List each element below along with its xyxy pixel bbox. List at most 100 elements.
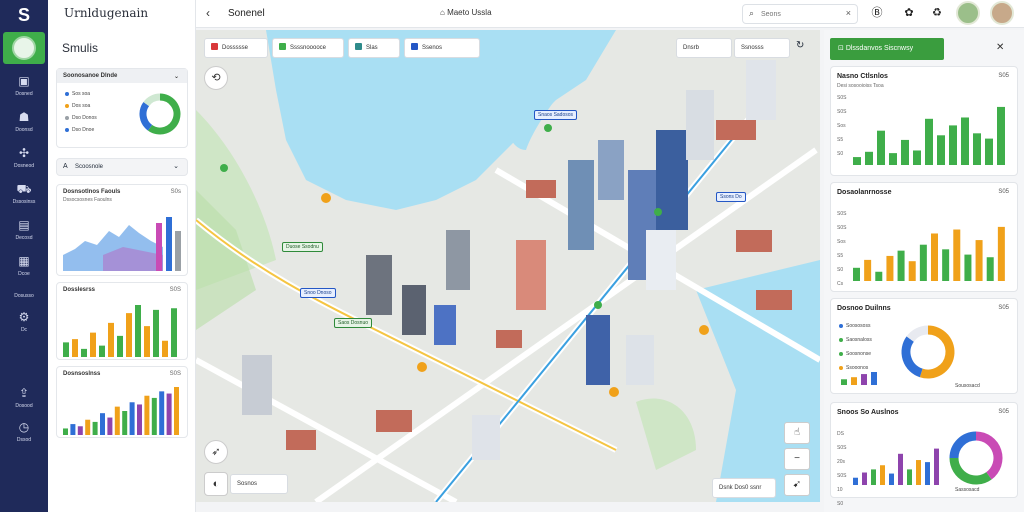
chart-bar [880, 465, 885, 485]
building [472, 415, 500, 460]
rail-item-network[interactable]: ✣ Dosneod [0, 142, 48, 176]
y-tick-label: S0S [837, 109, 847, 115]
zoom-out-button[interactable]: − [784, 448, 810, 470]
legend-item[interactable]: Dos soa [65, 103, 90, 109]
rail-item-cart[interactable]: ⛟ Dssosinss [0, 178, 48, 212]
chart-bar [925, 118, 933, 165]
building [736, 230, 772, 252]
map-pin [654, 208, 662, 216]
rail-extra-text: Dosusso [14, 293, 34, 299]
legend-item[interactable]: Dso Donos [65, 115, 97, 121]
map-category-chip[interactable]: Ssssnooooce [272, 38, 344, 58]
chart-bar [70, 424, 76, 435]
map-pin [321, 193, 331, 203]
map-category-chip[interactable]: Dossssse [204, 38, 268, 58]
area-card-title: Dosnsotlnos Faouls [63, 189, 121, 195]
legend-item[interactable]: Sos soa [65, 91, 90, 97]
chevron-down-icon[interactable]: ⌄ [174, 73, 179, 80]
y-tick-label: S0 [837, 267, 844, 273]
section-icon: A [63, 163, 68, 170]
navigate-icon: ➹ [792, 479, 802, 490]
donut-slice [901, 336, 923, 378]
rail-item-table[interactable]: ▦ Dcoe [0, 250, 48, 284]
donut-slice [949, 431, 977, 459]
section-card[interactable]: A Scoosnole ⌄ [56, 158, 188, 176]
locate-button[interactable]: ➶ [204, 440, 228, 464]
chart-bar [942, 249, 950, 281]
chart-bar [919, 244, 927, 281]
building [716, 120, 756, 140]
sidebar-title: Smulis [62, 41, 99, 55]
rail-item-clock[interactable]: ◷ Dssod [0, 416, 48, 450]
map-filter-chip[interactable]: Dnsrb [676, 38, 732, 58]
rail-item-chart[interactable]: ▤ Decosd [0, 214, 48, 248]
map-canvas[interactable] [196, 30, 820, 502]
rail-item-gear[interactable]: ⚙ Dc [0, 306, 48, 340]
chart-bar [953, 229, 961, 281]
stats-card-title: Dosnoo Duilnns [837, 305, 891, 312]
map-pin [609, 387, 619, 397]
refresh-icon[interactable]: ↻ [796, 40, 804, 51]
rail-item-school[interactable]: ☗ Doonsd [0, 106, 48, 140]
chart-bar [92, 421, 98, 435]
building [496, 330, 522, 348]
poi-label[interactable]: Duose Ssodnu [282, 242, 323, 252]
chart-bar [100, 413, 105, 435]
map-category-chip[interactable]: Slas [348, 38, 400, 58]
map-pin [220, 164, 228, 172]
poi-label[interactable]: Snoo Dnoso [300, 288, 336, 298]
flower-icon[interactable]: ✿ [902, 6, 916, 20]
collapse-icon[interactable]: ✕ [996, 42, 1004, 53]
chart-bar [171, 308, 177, 357]
bar-chart [63, 305, 177, 357]
app-logo-icon[interactable]: S [12, 4, 36, 26]
chevron-down-icon[interactable]: ⌄ [173, 162, 179, 170]
y-tick-label: Cs [837, 281, 844, 287]
poi-label[interactable]: Saos Dosnuo [334, 318, 373, 328]
map-view[interactable]: Dossssse Ssssnooooce Slas Ssenos Dnsrb Ssno… [196, 30, 820, 502]
zoom-in-button[interactable]: ☝ [784, 422, 810, 444]
user-avatar[interactable] [956, 1, 980, 25]
bold-icon[interactable]: Ⓑ [870, 6, 884, 20]
chart-bar [841, 379, 847, 385]
search-input[interactable] [761, 8, 837, 20]
chart-bar [126, 313, 132, 357]
rail-item-export[interactable]: ⇪ Dosood [0, 382, 48, 416]
layers-button[interactable]: ◐ [204, 472, 228, 496]
zoom-label: Dsnk Dos0 ssnr [719, 485, 762, 491]
navigate-button[interactable]: ➹ [784, 474, 810, 496]
recycle-icon[interactable]: ♻ [930, 6, 944, 20]
rail-item-calendar[interactable]: ▣ Dosned [0, 70, 48, 104]
user-avatar-2[interactable] [990, 1, 1014, 25]
legend-item[interactable]: Soosososs [839, 323, 870, 329]
legend-label: Dso Dnoe [72, 127, 95, 133]
map-layer-chip[interactable]: Ssnosss [734, 38, 790, 58]
panel-tab-active[interactable]: ⊡ Dlssdanvos Siscnwsy [830, 38, 944, 60]
panel-header-label: Dlssdanvos Siscnwsy [845, 45, 914, 52]
nav-rail: S ▣ Dosned ☗ Doonsd ✣ Dosneod ⛟ Dssosinss ▤ Decos… [0, 0, 48, 512]
map-bottom-chip-label: Sosnos [237, 481, 258, 487]
compass-button[interactable]: ⟲ [204, 66, 228, 90]
back-arrow-icon[interactable]: ‹ [206, 6, 210, 20]
search-box[interactable]: ⌕ × [742, 4, 858, 24]
map-category-chip[interactable]: Ssenos [404, 38, 480, 58]
legend-item[interactable]: Dso Dnoe [65, 127, 94, 133]
chart-bar [931, 233, 938, 281]
chart-bar [865, 151, 873, 165]
stats-bar-chart [853, 448, 939, 485]
chart-bar [117, 335, 123, 357]
chart-bar [63, 342, 69, 357]
map-bottom-chip[interactable]: Sosnos [230, 474, 288, 494]
zoom-label-chip: Dsnk Dos0 ssnr [712, 478, 776, 498]
compass-icon: ⟲ [211, 72, 221, 84]
legend-item[interactable]: Saosnaloss [839, 337, 872, 343]
filter-card-header[interactable]: Soonosanoe Dlnde ⌄ [57, 69, 187, 83]
close-icon[interactable]: × [846, 8, 851, 18]
stats-card-value: S05 [998, 305, 1009, 311]
poi-label[interactable]: Ssons Do [716, 192, 746, 202]
map-category-chip-label: Dossssse [222, 45, 249, 51]
rail-item-home[interactable] [3, 32, 45, 64]
map-title: ⌂ Maeto Ussla [440, 8, 492, 17]
map-category-chip-label: Ssenos [422, 45, 443, 51]
poi-label[interactable]: Snaos Sadosos [534, 110, 578, 120]
